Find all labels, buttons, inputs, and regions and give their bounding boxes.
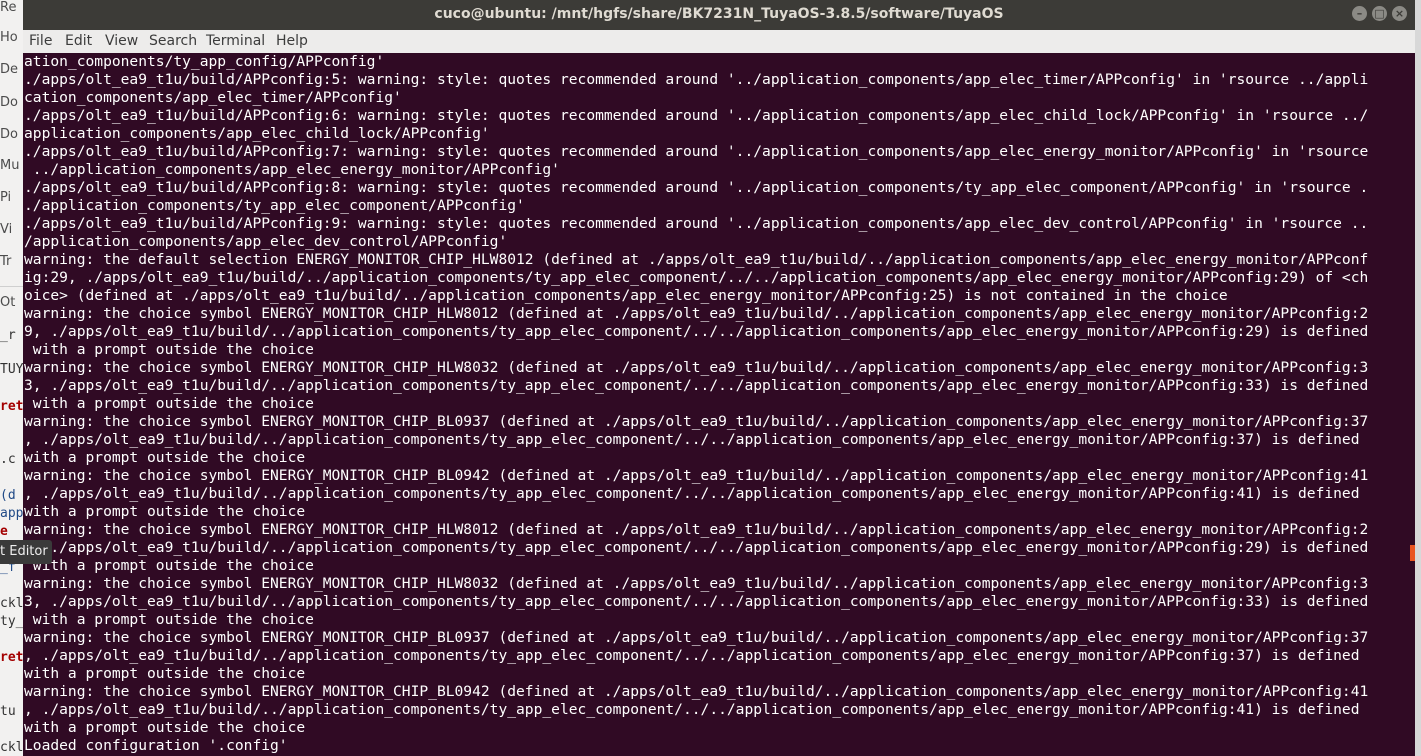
sidebar-tab-label[interactable]: Mu: [0, 158, 19, 173]
code-fragment: ckl: [0, 740, 24, 755]
terminal-line: ation_components/ty_app_config/APPconfig…: [24, 53, 385, 70]
terminal-line: Loaded configuration '.config': [24, 737, 288, 754]
terminal-line: ./apps/olt_ea9_t1u/build/APPconfig:5: wa…: [24, 71, 1369, 88]
code-fragment: (d: [0, 488, 16, 503]
terminal-line: ./apps/olt_ea9_t1u/build/APPconfig:9: wa…: [24, 215, 1369, 232]
sidebar-tab-label[interactable]: Ho: [0, 30, 18, 45]
minimize-icon[interactable]: –: [1352, 6, 1367, 21]
terminal-line: with a prompt outside the choice: [24, 341, 314, 358]
code-fragment: tu: [0, 704, 16, 719]
menu-view[interactable]: View: [105, 30, 138, 53]
close-icon[interactable]: ×: [1392, 6, 1407, 21]
terminal-line: oice> (defined at ./apps/olt_ea9_t1u/bui…: [24, 287, 1228, 304]
terminal-line: 9, ./apps/olt_ea9_t1u/build/../applicati…: [24, 323, 1369, 340]
maximize-icon[interactable]: □: [1372, 6, 1387, 21]
desktop-edge: [1415, 0, 1421, 756]
menu-bar: File Edit View Search Terminal Help: [23, 30, 1415, 53]
sidebar-tab-label[interactable]: Pi: [0, 190, 11, 205]
code-fragment: ret: [0, 650, 24, 665]
menu-help[interactable]: Help: [276, 30, 308, 53]
terminal-output[interactable]: ation_components/ty_app_config/APPconfig…: [23, 53, 1415, 756]
terminal-line: warning: the choice symbol ENERGY_MONITO…: [24, 629, 1369, 646]
code-fragment: TUY: [0, 362, 24, 377]
terminal-line: warning: the choice symbol ENERGY_MONITO…: [24, 683, 1369, 700]
terminal-line: warning: the choice symbol ENERGY_MONITO…: [24, 467, 1369, 484]
terminal-line: warning: the default selection ENERGY_MO…: [24, 251, 1369, 268]
code-fragment: ret: [0, 399, 24, 414]
terminal-line: with a prompt outside the choice: [24, 557, 314, 574]
code-fragment: _r: [0, 328, 16, 343]
menu-search[interactable]: Search: [149, 30, 197, 53]
terminal-line: cation_components/app_elec_timer/APPconf…: [24, 89, 402, 106]
terminal-line: with a prompt outside the choice: [24, 503, 306, 520]
window-title: cuco@ubuntu: /mnt/hgfs/share/BK7231N_Tuy…: [434, 6, 1004, 22]
terminal-line: with a prompt outside the choice: [24, 719, 306, 736]
terminal-line: , ./apps/olt_ea9_t1u/build/../applicatio…: [24, 431, 1360, 448]
terminal-line: 3, ./apps/olt_ea9_t1u/build/../applicati…: [24, 593, 1369, 610]
terminal-line: ig:29, ./apps/olt_ea9_t1u/build/../appli…: [24, 269, 1369, 286]
sidebar-tab-label[interactable]: Vi: [0, 222, 12, 237]
code-fragment: app: [0, 506, 24, 521]
sidebar-tab-label[interactable]: Do: [0, 95, 18, 110]
terminal-line: ./apps/olt_ea9_t1u/build/APPconfig:7: wa…: [24, 143, 1369, 160]
code-fragment: ty_: [0, 614, 24, 629]
terminal-line: warning: the choice symbol ENERGY_MONITO…: [24, 413, 1369, 430]
terminal-line: /application_components/app_elec_dev_con…: [24, 233, 508, 250]
terminal-line: ./apps/olt_ea9_t1u/build/APPconfig:6: wa…: [24, 107, 1369, 124]
terminal-line: warning: the choice symbol ENERGY_MONITO…: [24, 305, 1369, 322]
terminal-line: with a prompt outside the choice: [24, 449, 306, 466]
terminal-window[interactable]: cuco@ubuntu: /mnt/hgfs/share/BK7231N_Tuy…: [23, 0, 1415, 756]
divider: [0, 286, 24, 287]
sidebar-tab-label[interactable]: De: [0, 62, 18, 77]
terminal-line: , ./apps/olt_ea9_t1u/build/../applicatio…: [24, 647, 1360, 664]
code-fragment: .c: [0, 452, 16, 467]
sidebar-tab-label[interactable]: Ot: [0, 295, 15, 310]
terminal-line: ./apps/olt_ea9_t1u/build/APPconfig:8: wa…: [24, 179, 1369, 196]
title-bar[interactable]: cuco@ubuntu: /mnt/hgfs/share/BK7231N_Tuy…: [23, 0, 1415, 30]
tooltip: t Editor: [0, 540, 52, 564]
terminal-line: with a prompt outside the choice: [24, 395, 314, 412]
terminal-line: 3, ./apps/olt_ea9_t1u/build/../applicati…: [24, 377, 1369, 394]
background-editor-window: Re Ho De Do Do Mu Pi Vi Tr Ot _r TUY ret…: [0, 0, 24, 756]
terminal-line: warning: the choice symbol ENERGY_MONITO…: [24, 575, 1369, 592]
code-fragment: e: [0, 524, 8, 539]
terminal-line: ./application_components/ty_app_elec_com…: [24, 197, 525, 214]
terminal-line: with a prompt outside the choice: [24, 665, 306, 682]
menu-terminal[interactable]: Terminal: [206, 30, 265, 53]
menu-file[interactable]: File: [29, 30, 52, 53]
terminal-line: warning: the choice symbol ENERGY_MONITO…: [24, 359, 1369, 376]
terminal-line: , ./apps/olt_ea9_t1u/build/../applicatio…: [24, 701, 1360, 718]
terminal-line: warning: the choice symbol ENERGY_MONITO…: [24, 521, 1369, 538]
terminal-line: ../application_components/app_elec_energ…: [24, 161, 560, 178]
terminal-line: , ./apps/olt_ea9_t1u/build/../applicatio…: [24, 485, 1360, 502]
menu-edit[interactable]: Edit: [65, 30, 92, 53]
terminal-line: 9, ./apps/olt_ea9_t1u/build/../applicati…: [24, 539, 1369, 556]
sidebar-tab-label[interactable]: Re: [0, 0, 16, 15]
sidebar-tab-label[interactable]: Tr: [0, 254, 11, 269]
sidebar-tab-label[interactable]: Do: [0, 127, 18, 142]
terminal-line: application_components/app_elec_child_lo…: [24, 125, 490, 142]
terminal-line: with a prompt outside the choice: [24, 611, 314, 628]
code-fragment: ckl: [0, 596, 24, 611]
